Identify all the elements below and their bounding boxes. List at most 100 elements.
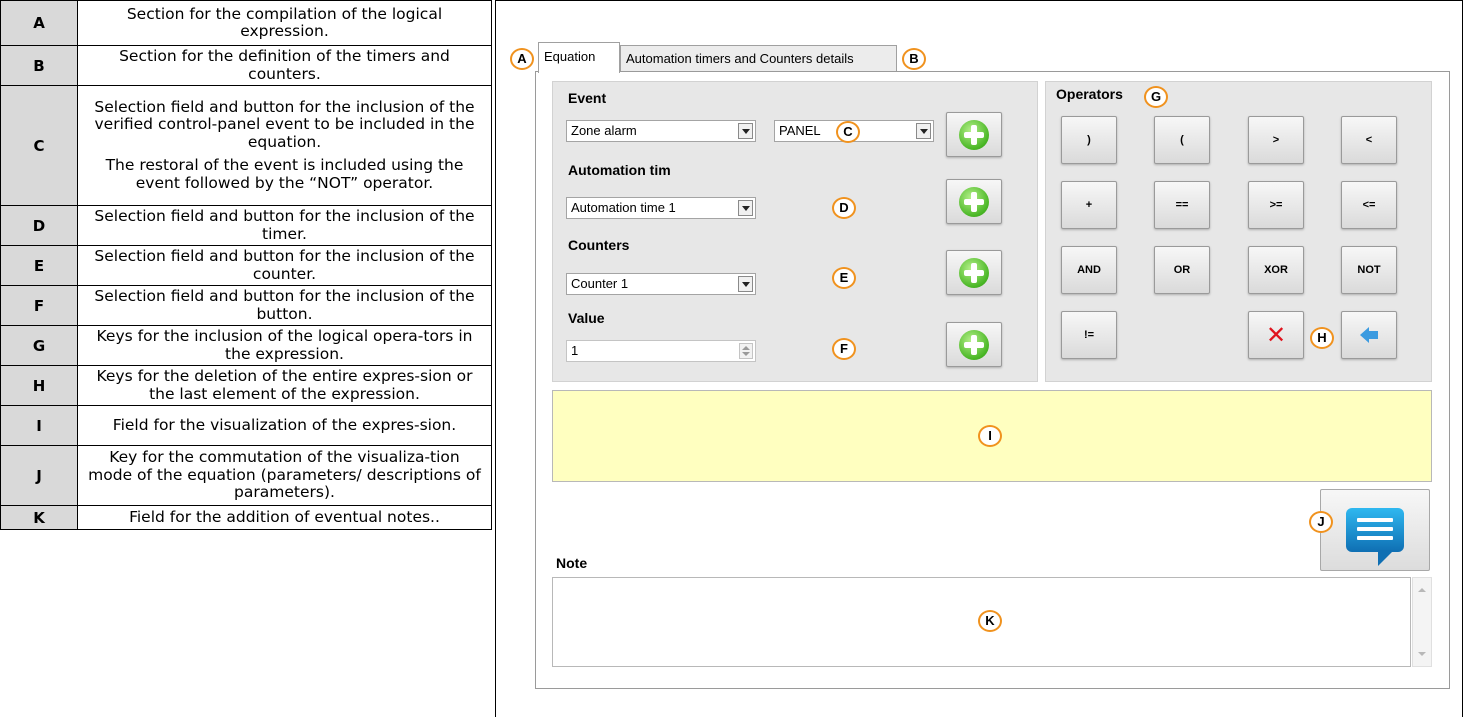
legend-key: K xyxy=(0,505,78,530)
counter-select[interactable]: Counter 1 xyxy=(566,273,756,295)
legend-row: I Field for the visualization of the exp… xyxy=(0,405,492,446)
legend-text: The restoral of the event is included us… xyxy=(105,156,464,192)
operator-button[interactable]: >= xyxy=(1248,181,1304,229)
legend-text: Field for the visualization of the expre… xyxy=(112,415,457,434)
legend-key: J xyxy=(0,445,78,506)
legend-desc: Section for the definition of the timers… xyxy=(77,45,492,86)
chevron-down-icon[interactable] xyxy=(916,123,931,139)
legend-row: B Section for the definition of the time… xyxy=(0,45,492,86)
legend-key: F xyxy=(0,285,78,326)
marker-i: I xyxy=(978,425,1002,447)
plus-icon xyxy=(959,257,989,288)
legend-key: C xyxy=(0,85,78,206)
operator-button[interactable]: ) xyxy=(1061,116,1117,164)
add-counter-button[interactable] xyxy=(946,250,1002,295)
marker-a: A xyxy=(510,48,534,70)
operator-button[interactable]: + xyxy=(1061,181,1117,229)
legend-key: D xyxy=(0,205,78,246)
event-label: Event xyxy=(568,90,607,106)
operator-button[interactable]: OR xyxy=(1154,246,1210,294)
counter-select-value: Counter 1 xyxy=(571,276,629,291)
legend-row: A Section for the compilation of the log… xyxy=(0,0,492,46)
marker-d: D xyxy=(832,197,856,219)
legend-key: B xyxy=(0,45,78,86)
legend-desc: Keys for the inclusion of the logical op… xyxy=(77,325,492,366)
operator-button[interactable]: < xyxy=(1341,116,1397,164)
toggle-mode-button[interactable] xyxy=(1320,489,1430,571)
legend-desc: Field for the addition of eventual notes… xyxy=(77,505,492,530)
marker-e: E xyxy=(832,267,856,289)
marker-k: K xyxy=(978,610,1002,632)
marker-j: J xyxy=(1309,511,1333,533)
scroll-up-icon[interactable] xyxy=(1418,588,1426,592)
legend-row: G Keys for the inclusion of the logical … xyxy=(0,325,492,366)
legend-desc: Section for the compilation of the logic… xyxy=(77,0,492,46)
legend-text: Field for the addition of eventual notes… xyxy=(129,507,440,526)
back-arrow-icon xyxy=(1360,327,1378,343)
timer-label: Automation tim xyxy=(568,162,671,178)
legend-text: Keys for the deletion of the entire expr… xyxy=(96,367,473,403)
spinner-arrows-icon[interactable] xyxy=(739,343,753,359)
marker-f: F xyxy=(832,338,856,360)
operator-button[interactable]: > xyxy=(1248,116,1304,164)
legend-row: H Keys for the deletion of the entire ex… xyxy=(0,365,492,406)
event-select[interactable]: Zone alarm xyxy=(566,120,756,142)
legend-text: Selection field and button for the inclu… xyxy=(94,207,475,243)
marker-c: C xyxy=(836,121,860,143)
source-select-value: PANEL xyxy=(779,123,821,138)
tab-timers-counters[interactable]: Automation timers and Counters details xyxy=(620,45,897,72)
marker-g: G xyxy=(1144,86,1168,108)
operator-button[interactable]: <= xyxy=(1341,181,1397,229)
value-label: Value xyxy=(568,310,605,326)
tab-equation[interactable]: Equation xyxy=(538,42,620,73)
operator-button[interactable]: != xyxy=(1061,311,1117,359)
legend-desc: Selection field and button for the inclu… xyxy=(77,245,492,286)
add-value-button[interactable] xyxy=(946,322,1002,367)
plus-icon xyxy=(959,329,989,360)
legend-desc: Key for the commutation of the visualiza… xyxy=(77,445,492,506)
clear-expression-button[interactable]: ✕ xyxy=(1248,311,1304,359)
legend-text: Key for the commutation of the visualiza… xyxy=(88,448,481,502)
legend-text: Section for the definition of the timers… xyxy=(119,47,450,83)
legend-text: Section for the compilation of the logic… xyxy=(126,4,443,40)
chevron-down-icon[interactable] xyxy=(738,276,753,292)
legend-key: I xyxy=(0,405,78,446)
marker-b: B xyxy=(902,48,926,70)
legend-text: Selection field and button for the inclu… xyxy=(94,287,475,323)
operator-button[interactable]: NOT xyxy=(1341,246,1397,294)
legend-desc: Selection field and button for the inclu… xyxy=(77,85,492,206)
note-scrollbar[interactable] xyxy=(1412,577,1432,667)
value-spinner[interactable]: 1 xyxy=(566,340,756,362)
operator-button[interactable]: AND xyxy=(1061,246,1117,294)
legend-table: A Section for the compilation of the log… xyxy=(0,0,492,530)
legend-key: G xyxy=(0,325,78,366)
value-spinner-value: 1 xyxy=(571,343,579,358)
legend-desc: Field for the visualization of the expre… xyxy=(77,405,492,446)
add-timer-button[interactable] xyxy=(946,179,1002,224)
plus-icon xyxy=(959,119,989,150)
timer-select[interactable]: Automation time 1 xyxy=(566,197,756,219)
legend-text: Keys for the inclusion of the logical op… xyxy=(96,327,473,363)
delete-x-icon: ✕ xyxy=(1265,321,1287,349)
legend-key: E xyxy=(0,245,78,286)
operator-button[interactable]: ( xyxy=(1154,116,1210,164)
add-event-button[interactable] xyxy=(946,112,1002,157)
timer-select-value: Automation time 1 xyxy=(571,200,676,215)
legend-row: C Selection field and button for the inc… xyxy=(0,85,492,206)
legend-row: D Selection field and button for the inc… xyxy=(0,205,492,246)
legend-text: Selection field and button for the inclu… xyxy=(94,97,475,151)
legend-text: Selection field and button for the inclu… xyxy=(94,247,475,283)
legend-row: J Key for the commutation of the visuali… xyxy=(0,445,492,506)
legend-desc: Selection field and button for the inclu… xyxy=(77,285,492,326)
counters-label: Counters xyxy=(568,237,630,253)
operator-button[interactable]: == xyxy=(1154,181,1210,229)
delete-last-button[interactable] xyxy=(1341,311,1397,359)
plus-icon xyxy=(959,186,989,217)
chevron-down-icon[interactable] xyxy=(738,200,753,216)
chevron-down-icon[interactable] xyxy=(738,123,753,139)
operator-button[interactable]: XOR xyxy=(1248,246,1304,294)
note-label: Note xyxy=(556,555,588,571)
scroll-down-icon[interactable] xyxy=(1418,652,1426,656)
event-select-value: Zone alarm xyxy=(571,123,637,138)
legend-key: A xyxy=(0,0,78,46)
